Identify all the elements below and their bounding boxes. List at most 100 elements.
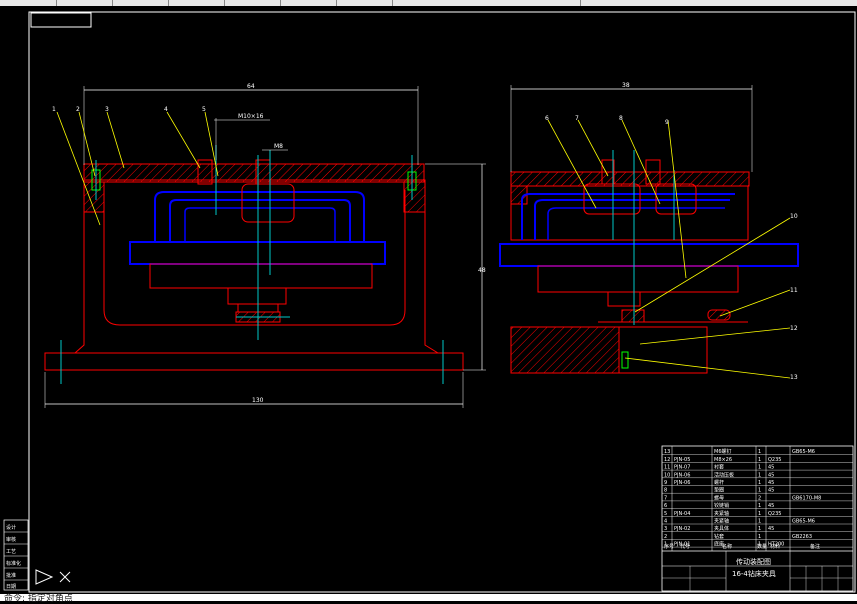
parts-cell-mat: 45 [768,503,774,509]
parts-cell-qty: 1 [758,503,761,509]
ucs-icon [35,569,71,585]
parts-cell-qty: 1 [758,480,761,486]
parts-cell-mat: Q235 [768,511,781,517]
parts-cell-code: PJN-02 [674,526,690,532]
parts-cell-name: 螺母 [714,494,724,501]
parts-cell-mat: Q235 [768,457,781,463]
parts-cell-name: 螺杆 [714,479,724,486]
balloon-12: 12 [790,325,798,332]
tb-header-note: 备注 [810,543,820,550]
strip-label-1: 设计 [6,524,16,531]
dim-front-height: 48 [478,267,486,274]
balloon-11: 11 [790,287,798,294]
balloon-9: 9 [665,119,669,126]
strip-label-5: 批准 [6,572,16,579]
side-base-block [510,326,620,374]
parts-cell-mat: 45 [768,480,774,486]
balloon-8: 8 [619,115,623,122]
parts-cell-no: 4 [664,519,667,525]
parts-cell-name: M8×26 [714,457,732,463]
parts-cell-note: GB65-M6 [792,449,815,455]
balloon-4: 4 [164,106,168,113]
corner-tag [30,12,92,28]
parts-cell-note: GB2263 [792,534,812,540]
drawing-title: 传动装配图 [736,557,771,566]
parts-cell-qty: 1 [758,519,761,525]
command-line[interactable]: 命令: 指定对角点 [0,594,857,604]
balloon-3: 3 [105,106,109,113]
parts-cell-code: PJN-06 [674,472,690,478]
parts-cell-qty: 1 [758,449,761,455]
parts-cell-note: GB65-M6 [792,519,815,525]
parts-cell-code: PJN-04 [674,511,690,517]
parts-cell-qty: 1 [758,472,761,478]
parts-cell-name: 夹紧轴 [714,518,729,525]
parts-cell-no: 7 [664,495,667,501]
parts-cell-mat: 45 [768,472,774,478]
parts-cell-qty: 1 [758,465,761,471]
parts-cell-mat: 45 [768,526,774,532]
parts-cell-qty: 1 [758,488,761,494]
strip-label-4: 标准化 [6,560,21,567]
balloon-10: 10 [790,213,798,220]
front-view [44,86,486,408]
parts-cell-no: 9 [664,480,667,486]
balloon-5: 5 [202,106,206,113]
tb-header-name: 名称 [722,543,732,550]
parts-cell-code: PJN-07 [674,465,690,471]
balloon-7: 7 [575,115,579,122]
side-clamp-bar [499,243,799,267]
balloon-2: 2 [76,106,80,113]
strip-label-6: 日期 [6,584,16,590]
tb-header-qty: 数量 [757,543,767,550]
side-view [499,85,799,379]
parts-cell-code: PJN-05 [674,457,690,463]
parts-cell-name: M6螺钉 [714,448,732,455]
parts-cell-qty: 2 [758,495,761,501]
parts-cell-no: 5 [664,511,667,517]
parts-cell-name: 夹紧轴 [714,510,729,517]
parts-cell-name: 夹具体 [714,525,729,532]
parts-cell-no: 10 [664,472,670,478]
strip-label-3: 工艺 [6,549,16,555]
tb-header-code: 代号 [680,543,690,550]
drawing-subtitle: 16-4钻床夹具 [732,569,776,578]
dim-front-top: 64 [247,83,255,90]
dim-side-top: 38 [622,82,630,89]
dim-bolt-spacing: M10×16 [238,113,264,120]
parts-cell-name: 垫圈 [714,487,724,494]
drawing-border [28,11,856,593]
parts-cell-note: GB6170-M8 [792,495,821,501]
parts-cell-name: 钻套 [714,533,724,540]
balloon-6: 6 [545,115,549,122]
tb-header-no: 序号 [664,543,674,550]
parts-cell-name: 铰链销 [714,502,729,509]
balloon-13: 13 [790,374,798,381]
cad-drawing-canvas[interactable]: 64 130 48 M10×16 M8 1 2 3 4 5 38 6 7 8 9… [0,0,857,594]
parts-cell-qty: 1 [758,511,761,517]
parts-cell-qty: 1 [758,534,761,540]
parts-cell-no: 11 [664,465,670,471]
command-line-text: 命令: 指定对角点 [4,594,73,604]
parts-cell-no: 2 [664,534,667,540]
parts-cell-name: 活动压板 [714,471,734,478]
parts-cell-no: 13 [664,449,670,455]
tb-header-mat: 材料 [770,543,780,550]
parts-cell-qty: 1 [758,457,761,463]
parts-cell-code: PJN-06 [674,480,690,486]
parts-cell-no: 6 [664,503,667,509]
parts-cell-mat: 45 [768,465,774,471]
parts-cell-name: 衬套 [714,464,724,471]
dim-front-bottom: 130 [252,397,264,404]
parts-cell-no: 3 [664,526,667,532]
top-plate [83,163,425,183]
parts-cell-mat: 45 [768,488,774,494]
parts-cell-no: 12 [664,457,670,463]
balloon-1: 1 [52,106,56,113]
parts-cell-no: 8 [664,488,667,494]
parts-cell-qty: 1 [758,526,761,532]
strip-label-2: 审核 [6,536,16,543]
dim-pitch-note: M8 [274,143,283,150]
cavity-outline [103,190,406,326]
parts-list: 13 M6螺钉 1 GB65-M612 PJN-05 M8×26 1 Q23511 PJN-07… [662,448,853,548]
